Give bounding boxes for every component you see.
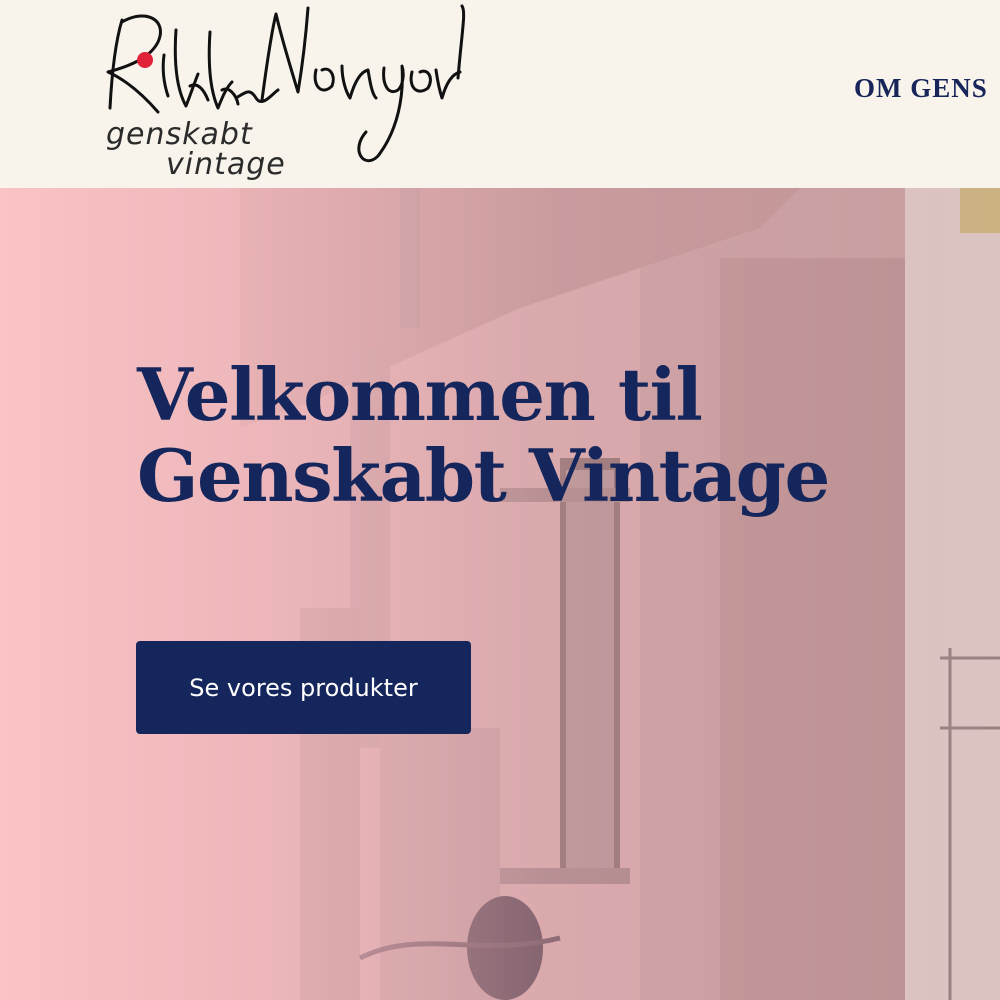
main-nav: OM GENS — [854, 73, 988, 104]
see-products-button[interactable]: Se vores produkter — [136, 641, 471, 734]
nav-item-about[interactable]: OM GENS — [854, 73, 988, 103]
hero-overlay — [0, 188, 1000, 1000]
hero-title-line-2: Genskabt Vintage — [137, 433, 830, 518]
hero-section: Velkommen til Genskabt Vintage Se vores … — [0, 188, 1000, 1000]
logo-text-genskabt: genskabt — [106, 117, 253, 152]
hero-title-line-1: Velkommen til — [137, 352, 703, 437]
site-header: genskabt vintage OM GENS — [0, 0, 1000, 188]
red-dot-icon — [137, 52, 153, 68]
hero-title: Velkommen til Genskabt Vintage — [137, 354, 1000, 516]
site-logo[interactable]: genskabt vintage — [86, 0, 476, 188]
logo-text-vintage: vintage — [166, 147, 286, 182]
